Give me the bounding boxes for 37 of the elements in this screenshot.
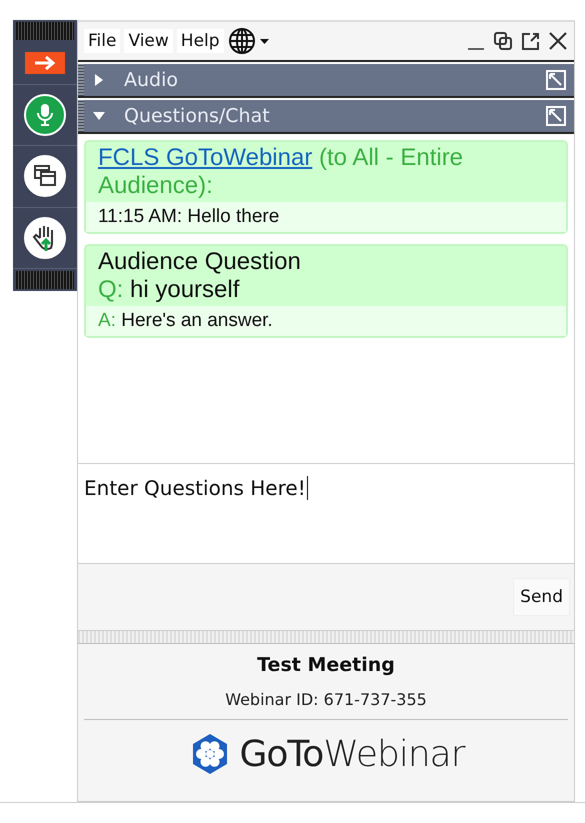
arrow-right-button[interactable]: [25, 52, 65, 74]
expand-panel-icon[interactable]: [546, 106, 566, 126]
close-icon[interactable]: [548, 31, 568, 51]
grip-handle[interactable]: [78, 100, 84, 132]
expand-triangle-icon[interactable]: [94, 74, 104, 86]
arrow-right-icon: [33, 55, 57, 71]
menu-item[interactable]: File: [84, 29, 120, 53]
message-header: FCLS GoToWebinar (to All - Entire Audience):: [98, 144, 464, 199]
windows-button[interactable]: [24, 155, 66, 198]
menu-item[interactable]: View: [124, 29, 173, 53]
message-text: 11:15 AM: Hello there: [98, 206, 280, 227]
expand-panel-icon[interactable]: [546, 70, 566, 90]
send-button[interactable]: Send: [513, 578, 570, 616]
microphone-button[interactable]: [24, 94, 66, 136]
logo-wordmark: GoToWebinar: [240, 734, 464, 774]
section-header[interactable]: Audio: [78, 64, 574, 98]
resize-handle[interactable]: [78, 630, 574, 644]
windows-icon: [33, 164, 57, 188]
raise-hand-button[interactable]: [24, 216, 66, 259]
section-title: Audio: [124, 69, 178, 91]
microphone-icon: [36, 103, 54, 128]
meeting-title: Test Meeting: [257, 654, 395, 676]
pop-out-icon[interactable]: [521, 32, 540, 50]
menu-item[interactable]: Help: [176, 29, 224, 53]
question-text: Q: hi yourself: [98, 276, 240, 304]
collapse-triangle-icon[interactable]: [93, 111, 105, 121]
question-title: Audience Question: [98, 248, 302, 276]
answer-text: A: Here's an answer.: [98, 310, 273, 331]
grip-handle[interactable]: [16, 270, 74, 289]
grip-handle[interactable]: [16, 22, 74, 40]
section-title: Questions/Chat: [124, 105, 270, 127]
restore-icon[interactable]: [493, 31, 513, 51]
webinar-id: Webinar ID: 671-737-355: [84, 690, 568, 720]
sender-link[interactable]: FCLS GoToWebinar: [98, 144, 312, 171]
globe-dropdown-icon[interactable]: [228, 27, 270, 55]
section-header[interactable]: Questions/Chat: [78, 100, 574, 134]
grip-handle[interactable]: [78, 64, 84, 96]
